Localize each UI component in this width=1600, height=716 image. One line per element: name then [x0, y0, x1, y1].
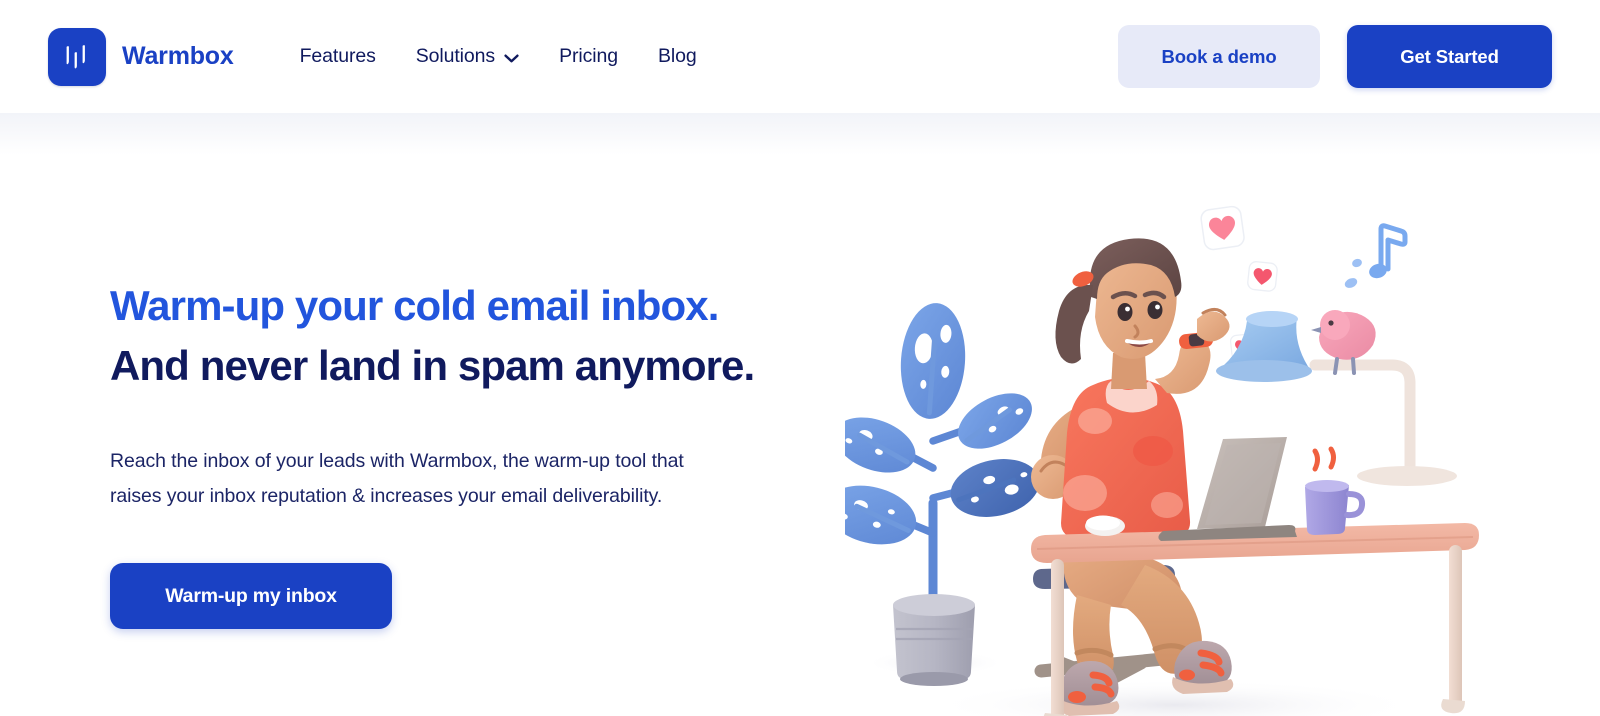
- hero-subcopy: Reach the inbox of your leads with Warmb…: [110, 450, 684, 507]
- hero-copy: Warm-up your cold email inbox. And never…: [110, 276, 810, 630]
- blue-monstera-plant: [845, 303, 1040, 686]
- nav-label-solutions: Solutions: [415, 45, 496, 67]
- header-inner: Warmbox Features Solutions Pricing Blog: [0, 0, 1600, 113]
- hero-section: Warm-up your cold email inbox. And never…: [0, 113, 1600, 716]
- warmbox-bars-logo-icon: [48, 27, 106, 86]
- nav-label-pricing: Pricing: [559, 45, 618, 67]
- site-header: Warmbox Features Solutions Pricing Blog: [0, 0, 1600, 113]
- woman-with-ponytail: [1031, 238, 1230, 538]
- brand-name: Warmbox: [122, 42, 234, 70]
- hero-headline-line2: And never land in spam anymore.: [110, 341, 755, 389]
- grey-plant-pot: [893, 594, 975, 686]
- nav-item-solutions[interactable]: Solutions: [396, 45, 539, 68]
- purple-coffee-mug: [1305, 446, 1366, 535]
- main-navigation: Features Solutions Pricing Blog: [282, 45, 717, 68]
- warm-up-my-inbox-button[interactable]: Warm-up my inbox: [110, 563, 392, 630]
- book-a-demo-button[interactable]: Book a demo: [1118, 25, 1320, 88]
- blue-music-notes: [1344, 223, 1408, 288]
- nav-label-features: Features: [299, 45, 376, 67]
- nav-item-features[interactable]: Features: [282, 45, 396, 68]
- nav-item-pricing[interactable]: Pricing: [539, 45, 638, 68]
- get-started-button[interactable]: Get Started: [1347, 25, 1552, 88]
- hero-headline: Warm-up your cold email inbox. And never…: [110, 276, 810, 395]
- header-actions: Book a demo Get Started: [1118, 25, 1552, 88]
- hero-headline-line1: Warm-up your cold email inbox.: [110, 282, 719, 329]
- landing-page: Warmbox Features Solutions Pricing Blog: [0, 0, 1600, 716]
- chevron-down-icon: [504, 54, 519, 62]
- nav-label-blog: Blog: [657, 45, 697, 67]
- brand-logo[interactable]: Warmbox: [48, 27, 234, 86]
- hero-illustration: [845, 193, 1525, 716]
- nav-item-blog[interactable]: Blog: [638, 45, 717, 68]
